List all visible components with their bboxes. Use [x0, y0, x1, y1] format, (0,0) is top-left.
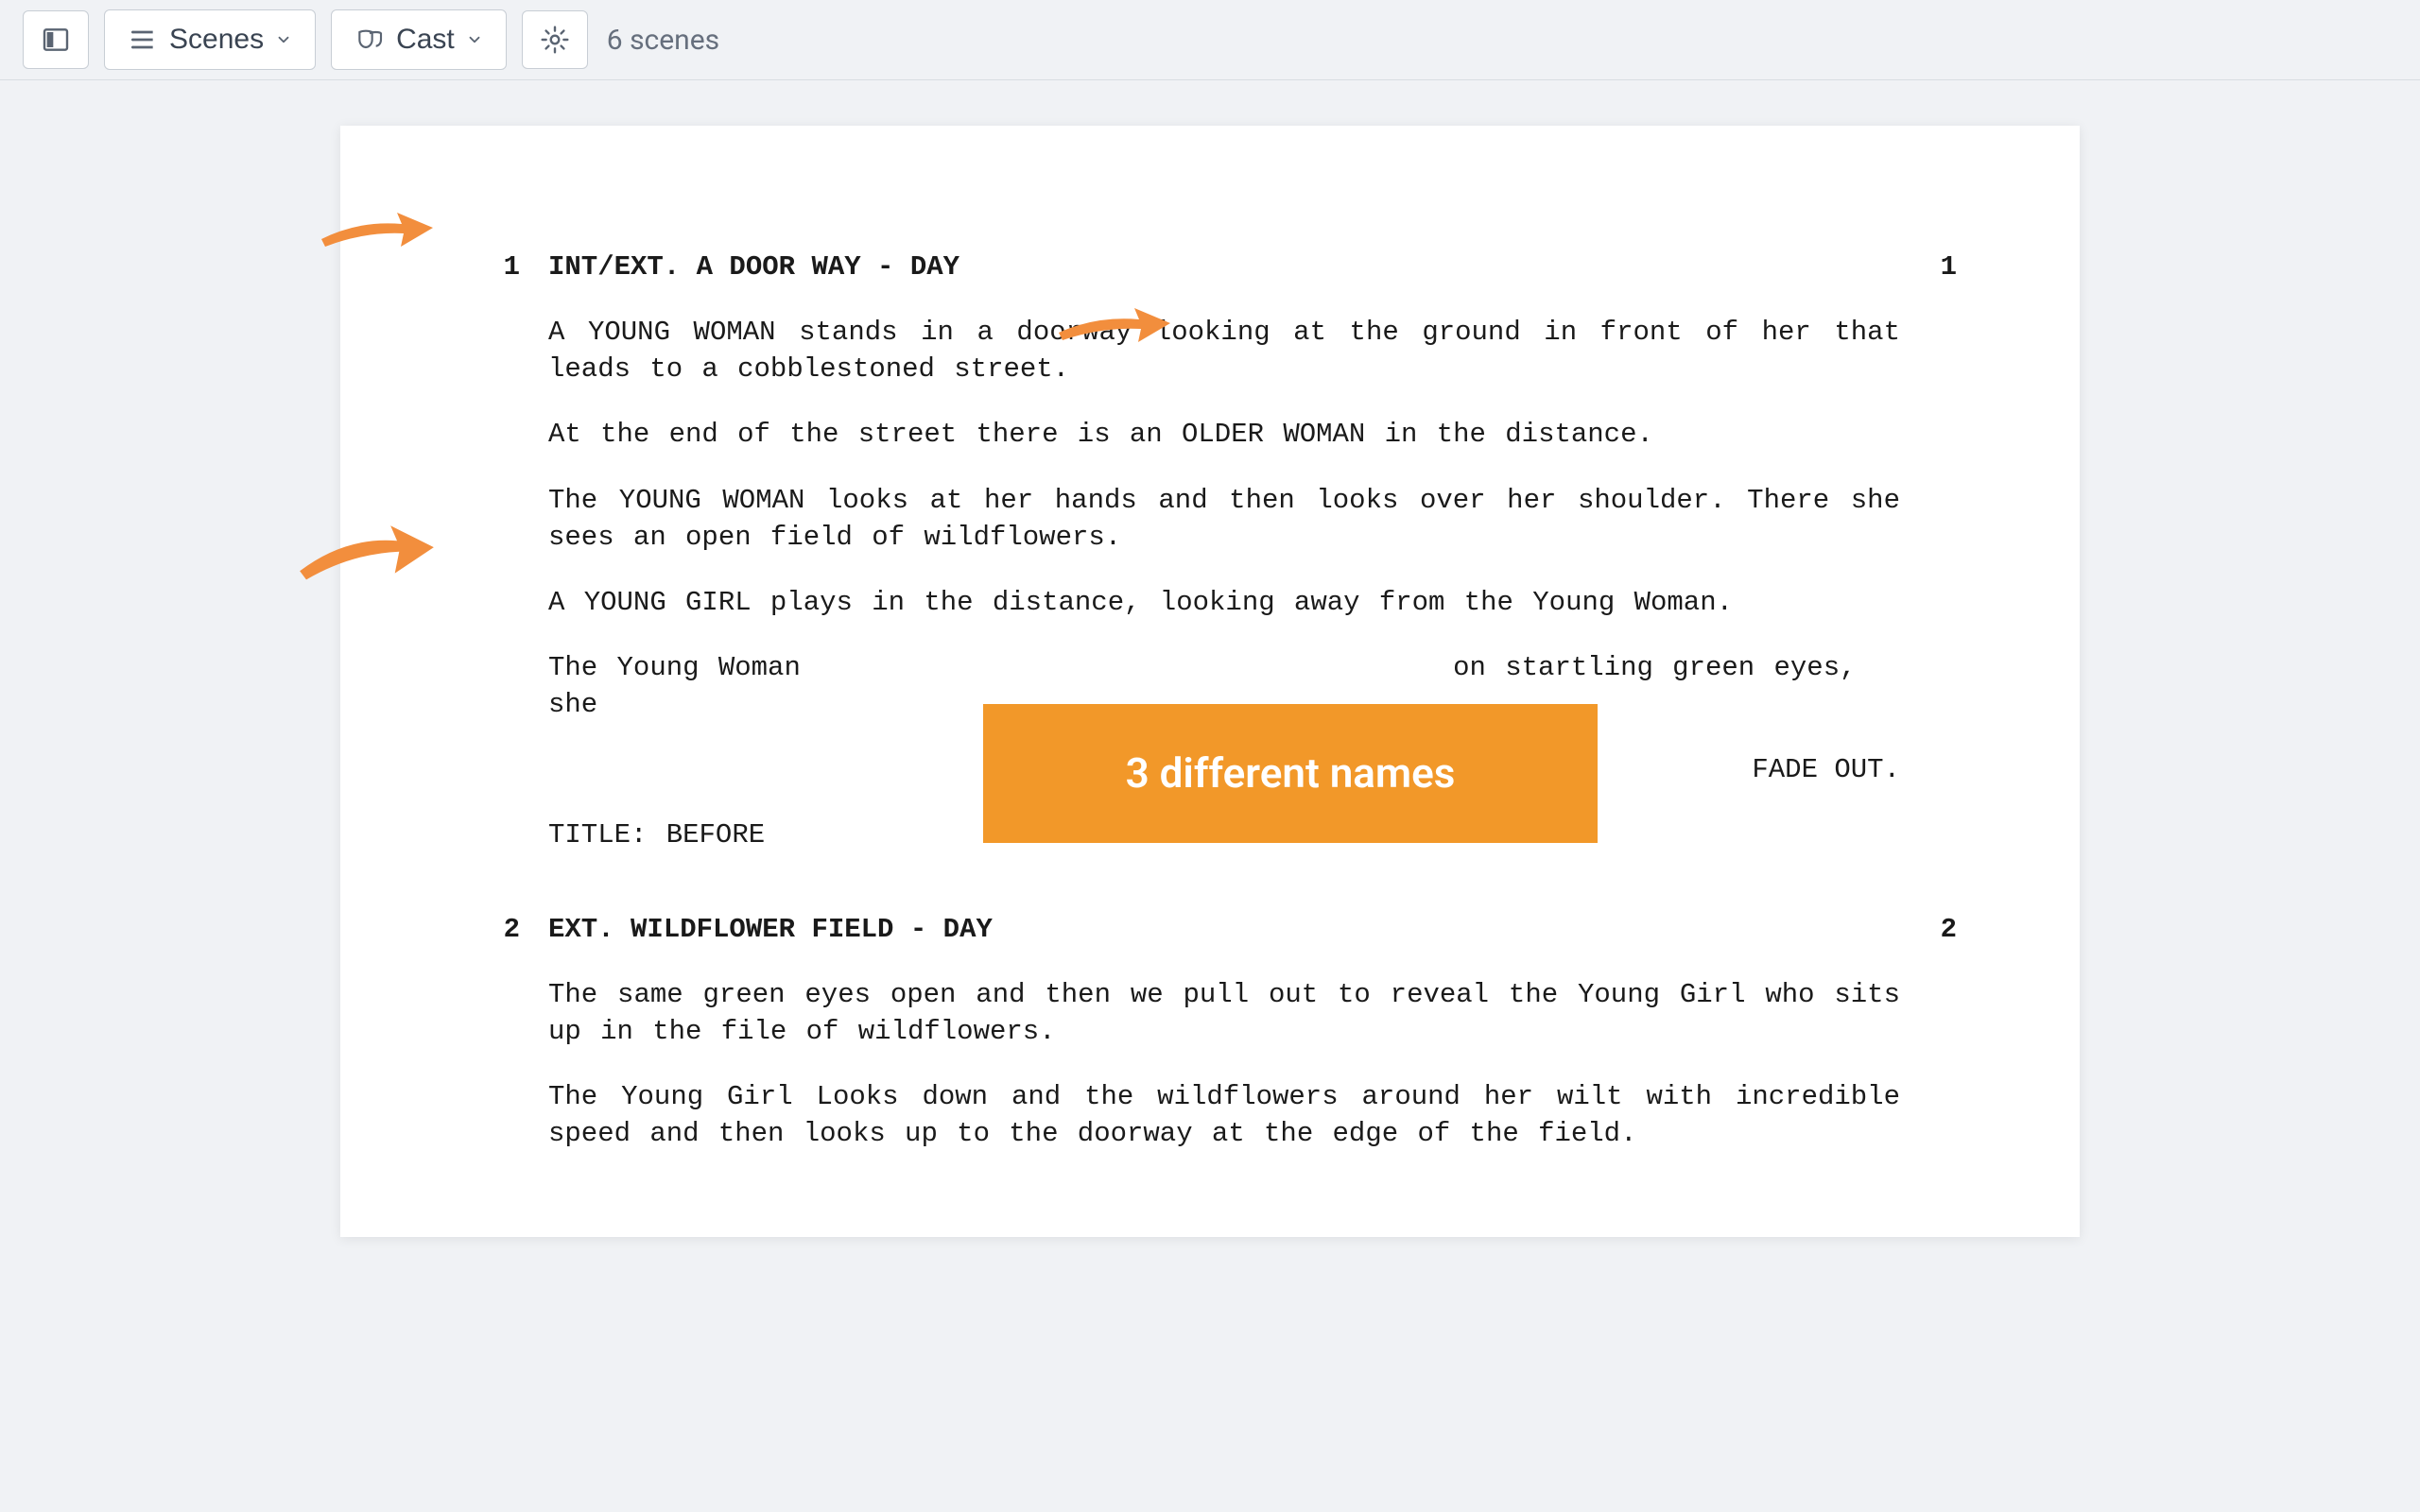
- cast-dropdown[interactable]: Cast: [331, 9, 507, 70]
- scene-title: EXT. WILDFLOWER FIELD - DAY: [548, 911, 1900, 948]
- scene-number-right: 2: [1900, 911, 1957, 948]
- scene-heading: 2 EXT. WILDFLOWER FIELD - DAY 2: [463, 911, 1957, 948]
- panel-icon: [41, 25, 71, 55]
- panel-toggle-button[interactable]: [23, 10, 89, 69]
- page-area: 1 INT/EXT. A DOOR WAY - DAY 1 A YOUNG WO…: [0, 80, 2420, 1237]
- action-paragraph: The Young Girl Looks down and the wildfl…: [548, 1078, 1900, 1152]
- scenes-label: Scenes: [169, 24, 264, 56]
- list-icon: [128, 25, 158, 55]
- annotation-callout: 3 different names: [983, 704, 1598, 843]
- action-paragraph: A YOUNG WOMAN stands in a doorway lookin…: [548, 314, 1900, 387]
- action-paragraph: The YOUNG WOMAN looks at her hands and t…: [548, 482, 1900, 556]
- scenes-dropdown[interactable]: Scenes: [104, 9, 316, 70]
- scene-number-left: 1: [463, 249, 548, 285]
- scene-count: 6 scenes: [607, 24, 719, 57]
- gear-icon: [540, 25, 570, 55]
- scene-number-right: 1: [1900, 249, 1957, 285]
- cast-label: Cast: [396, 24, 455, 56]
- masks-icon: [354, 25, 385, 55]
- action-paragraph: The same green eyes open and then we pul…: [548, 976, 1900, 1050]
- chevron-down-icon: [275, 31, 292, 48]
- arrow-annotation: [312, 192, 444, 269]
- action-paragraph: A YOUNG GIRL plays in the distance, look…: [548, 584, 1900, 621]
- chevron-down-icon: [466, 31, 483, 48]
- scene-heading: 1 INT/EXT. A DOOR WAY - DAY 1: [463, 249, 1957, 285]
- settings-button[interactable]: [522, 10, 588, 69]
- scene-title: INT/EXT. A DOOR WAY - DAY: [548, 249, 1900, 285]
- toolbar: Scenes Cast 6 scenes: [0, 0, 2420, 80]
- arrow-annotation: [291, 508, 442, 595]
- script-page: 1 INT/EXT. A DOOR WAY - DAY 1 A YOUNG WO…: [340, 126, 2080, 1237]
- scene-number-left: 2: [463, 911, 548, 948]
- action-paragraph: At the end of the street there is an OLD…: [548, 416, 1900, 453]
